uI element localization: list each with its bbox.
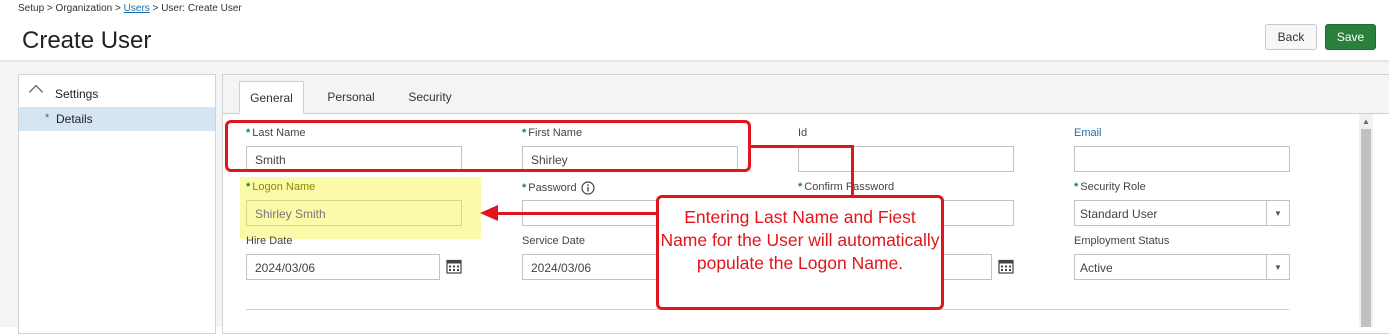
required-marker: *: [246, 181, 251, 193]
required-star-icon: *: [45, 112, 50, 124]
settings-section-label: Settings: [55, 87, 99, 101]
email-field[interactable]: [1074, 146, 1290, 172]
required-marker: *: [522, 182, 527, 194]
employment-status-value: Active: [1080, 261, 1113, 275]
breadcrumb-separator: >: [112, 3, 124, 14]
tab-bar: General Personal Security: [223, 75, 1389, 114]
service-date-label: Service Date: [522, 235, 585, 247]
id-label: Id: [798, 127, 808, 139]
dropdown-arrow-icon[interactable]: ▼: [1266, 201, 1289, 225]
security-role-label: * Security Role: [1074, 181, 1146, 193]
scroll-up-arrow-icon[interactable]: ▲: [1361, 117, 1371, 127]
tab-general[interactable]: General: [239, 81, 304, 114]
security-role-select[interactable]: Standard User ▼: [1074, 200, 1290, 226]
calendar-icon[interactable]: [446, 258, 462, 274]
annotation-callout: Entering Last Name and Fiest Name for th…: [656, 195, 944, 310]
security-role-label-text: Security Role: [1080, 181, 1146, 193]
page-title: Create User: [22, 27, 152, 54]
breadcrumb-setup[interactable]: Setup: [18, 3, 44, 14]
annotation-arrow-line: [497, 212, 657, 215]
logon-name-field[interactable]: Shirley Smith: [246, 200, 462, 226]
sidebar-item-details[interactable]: * Details: [19, 107, 215, 131]
settings-sidebar: Settings * Details: [18, 74, 216, 334]
annotation-connector-line: [751, 145, 854, 148]
employment-status-label: Employment Status: [1074, 235, 1170, 247]
back-button[interactable]: Back: [1265, 24, 1317, 50]
breadcrumb: Setup > Organization > Users > User: Cre…: [18, 3, 242, 14]
hire-date-field[interactable]: 2024/03/06: [246, 254, 440, 280]
hire-date-label: Hire Date: [246, 235, 293, 247]
breadcrumb-organization[interactable]: Organization: [56, 3, 113, 14]
security-role-value: Standard User: [1080, 207, 1158, 221]
chevron-up-icon[interactable]: [28, 84, 44, 100]
confirm-password-label: * Confirm Password: [798, 181, 894, 193]
annotation-arrow-head-icon: [480, 205, 498, 221]
third-date-field[interactable]: [940, 254, 992, 280]
employment-status-select[interactable]: Active ▼: [1074, 254, 1290, 280]
required-marker: *: [1074, 181, 1079, 193]
logon-name-label: * Logon Name: [246, 181, 315, 193]
confirm-password-label-text: Confirm Password: [804, 181, 895, 193]
settings-section-header[interactable]: Settings: [19, 83, 215, 105]
tab-security[interactable]: Security: [398, 81, 462, 113]
logon-name-label-text: Logon Name: [252, 181, 316, 193]
calendar-icon[interactable]: [998, 258, 1014, 274]
scrollbar-thumb[interactable]: [1361, 129, 1371, 327]
info-icon[interactable]: [580, 181, 595, 195]
id-field[interactable]: [798, 146, 1014, 172]
save-button[interactable]: Save: [1325, 24, 1376, 50]
dropdown-arrow-icon[interactable]: ▼: [1266, 255, 1289, 279]
password-label-text: Password: [528, 182, 577, 194]
sidebar-item-label: Details: [56, 112, 93, 126]
breadcrumb-users-link[interactable]: Users: [124, 3, 150, 14]
annotation-connector-line: [851, 145, 854, 197]
email-label[interactable]: Email: [1074, 127, 1102, 139]
password-label: * Password: [522, 181, 595, 195]
breadcrumb-separator: >: [149, 3, 162, 14]
breadcrumb-current: User: Create User: [161, 3, 242, 14]
required-marker: *: [798, 181, 803, 193]
name-fields-annotation-box: [225, 120, 751, 172]
tab-personal[interactable]: Personal: [316, 81, 386, 113]
breadcrumb-separator: >: [44, 3, 56, 14]
